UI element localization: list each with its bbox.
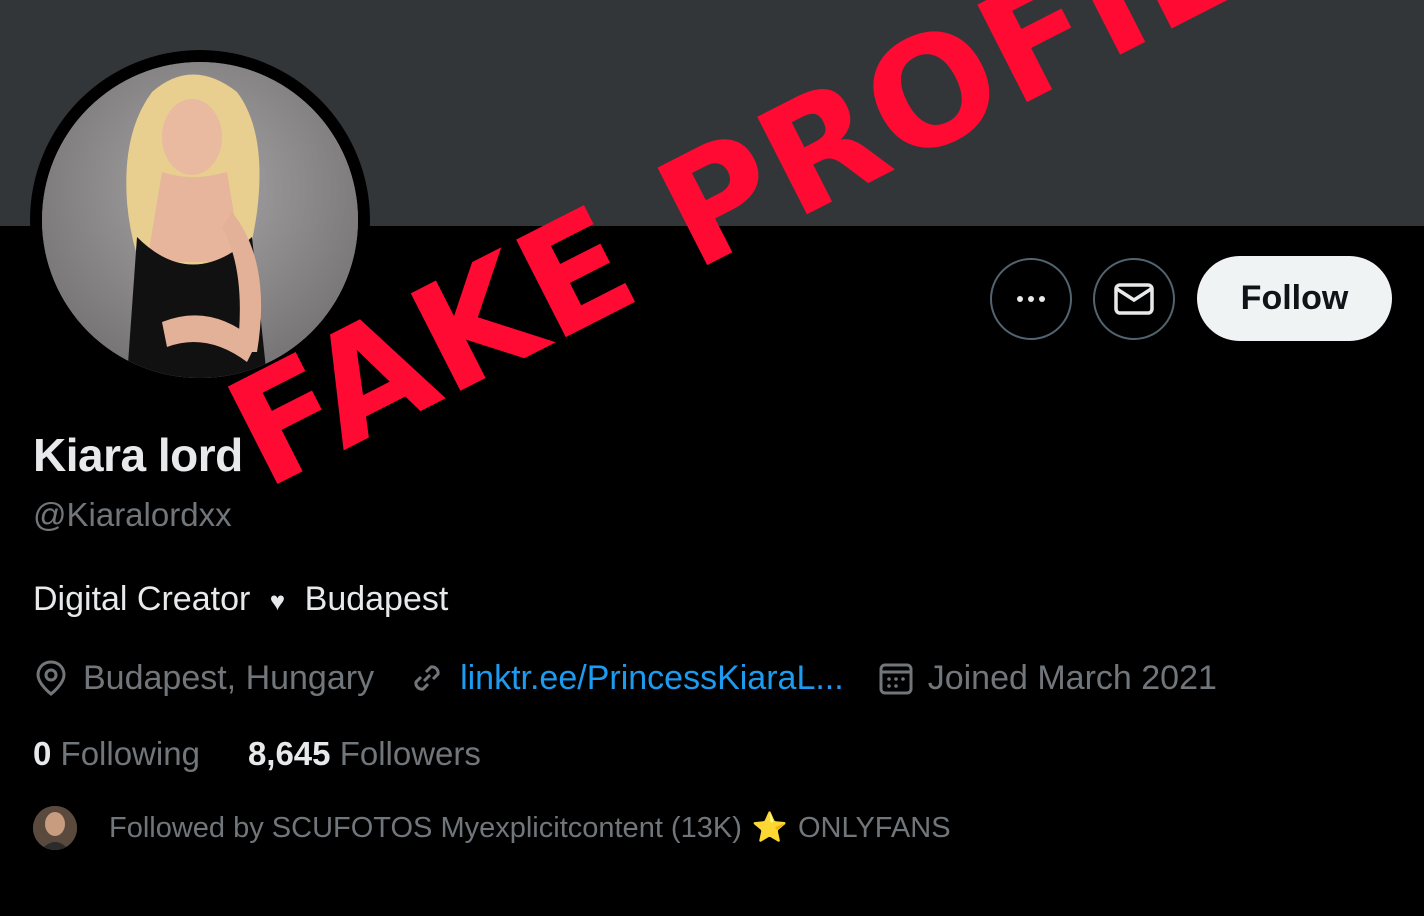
follower-avatar xyxy=(33,806,77,850)
user-handle: @Kiaralordxx xyxy=(33,496,232,533)
website-item[interactable]: linktr.ee/PrincessKiaraL... xyxy=(408,659,844,698)
joined-item: Joined March 2021 xyxy=(878,659,1217,698)
following-label: Following xyxy=(60,735,200,772)
following-count: 0 xyxy=(33,735,52,772)
followers-stat[interactable]: 8,645 Followers xyxy=(248,735,481,773)
location-text: Budapest, Hungary xyxy=(83,658,375,697)
following-stat[interactable]: 0 Following xyxy=(33,735,200,773)
profile-meta-row: Budapest, Hungary linktr.ee/PrincessKiar… xyxy=(33,654,1251,702)
bio-heart-emoji: ♥ xyxy=(269,586,286,616)
display-name: Kiara lord xyxy=(33,429,243,481)
joined-text: Joined March 2021 xyxy=(927,658,1217,697)
followers-label: Followers xyxy=(339,735,481,772)
followed-by-row[interactable]: Followed by SCUFOTOS Myexplicitcontent (… xyxy=(33,806,951,850)
bio-text-2: Budapest xyxy=(304,580,449,618)
link-icon xyxy=(414,665,440,691)
profile-bio: Digital Creator ♥ Budapest xyxy=(33,580,448,619)
star-emoji: ⭐ xyxy=(751,812,788,844)
website-link[interactable]: linktr.ee/PrincessKiaraL... xyxy=(460,659,844,698)
follower-avatar-photo xyxy=(33,806,77,850)
follow-button[interactable]: Follow xyxy=(1197,256,1392,341)
followers-count: 8,645 xyxy=(247,735,331,772)
envelope-icon xyxy=(1114,283,1154,315)
location-icon xyxy=(36,660,66,696)
calendar-icon xyxy=(879,663,913,695)
message-button[interactable] xyxy=(1093,258,1175,340)
followed-by-text: Followed by SCUFOTOS Myexplicitcontent (… xyxy=(109,811,742,844)
location-item: Budapest, Hungary xyxy=(33,659,374,698)
more-button[interactable] xyxy=(990,258,1072,340)
more-icon xyxy=(1017,296,1045,302)
followed-by-text-2: ONLYFANS xyxy=(797,811,951,844)
follow-stats: 0 Following 8,645 Followers xyxy=(33,735,529,773)
bio-text-1: Digital Creator xyxy=(33,580,251,618)
